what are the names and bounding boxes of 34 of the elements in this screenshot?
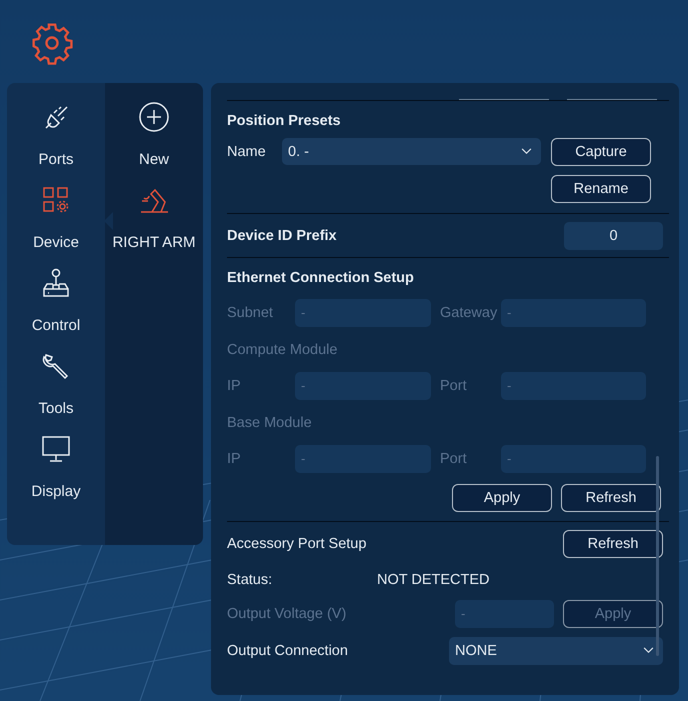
sidebar-item[interactable]: Control xyxy=(7,265,105,348)
field-label: IP xyxy=(227,377,242,396)
field-label: IP xyxy=(227,450,242,469)
preset-dropdown[interactable]: 0. - xyxy=(282,138,541,165)
field-label: Name xyxy=(227,143,267,162)
settings-icon[interactable] xyxy=(30,21,74,65)
section-title: Accessory Port Setup xyxy=(227,536,366,552)
output-dropdown[interactable]: NONE xyxy=(449,636,663,664)
chevron-down-icon xyxy=(643,647,654,654)
status-value: NOT DETECTED xyxy=(377,572,490,588)
field-label: Port xyxy=(439,450,468,469)
preset-button[interactable]: Capture xyxy=(551,138,651,166)
section-title: Ethernet Connection Setup xyxy=(227,269,415,288)
subsection-label: Base Module xyxy=(227,414,313,433)
arm-list-item[interactable]: RIGHT ARM xyxy=(105,182,203,265)
sidebar-item[interactable]: Display xyxy=(7,431,105,514)
field-label: Gateway xyxy=(439,304,498,323)
refresh-button[interactable]: Refresh xyxy=(563,530,663,558)
sidebar-item[interactable]: Tools xyxy=(7,348,105,431)
add-icon xyxy=(138,101,170,133)
status-label: Status: xyxy=(227,572,274,588)
subsection-label: Compute Module xyxy=(227,341,338,360)
field-label: Output Voltage (V) xyxy=(227,606,348,622)
section-title: Position Presets xyxy=(227,112,342,131)
preset-button[interactable]: Rename xyxy=(551,175,651,203)
scrollbar[interactable] xyxy=(656,456,659,656)
chevron-down-icon xyxy=(521,148,532,155)
new-entry-button[interactable]: New xyxy=(105,99,203,182)
field-label: Subnet xyxy=(227,304,274,323)
section-title: Device ID Prefix xyxy=(227,228,337,244)
field-label: Output Connection xyxy=(227,642,349,658)
input-field[interactable]: 0 xyxy=(564,222,663,250)
sidebar-item[interactable]: Ports xyxy=(7,99,105,182)
field-label: Port xyxy=(439,377,468,396)
